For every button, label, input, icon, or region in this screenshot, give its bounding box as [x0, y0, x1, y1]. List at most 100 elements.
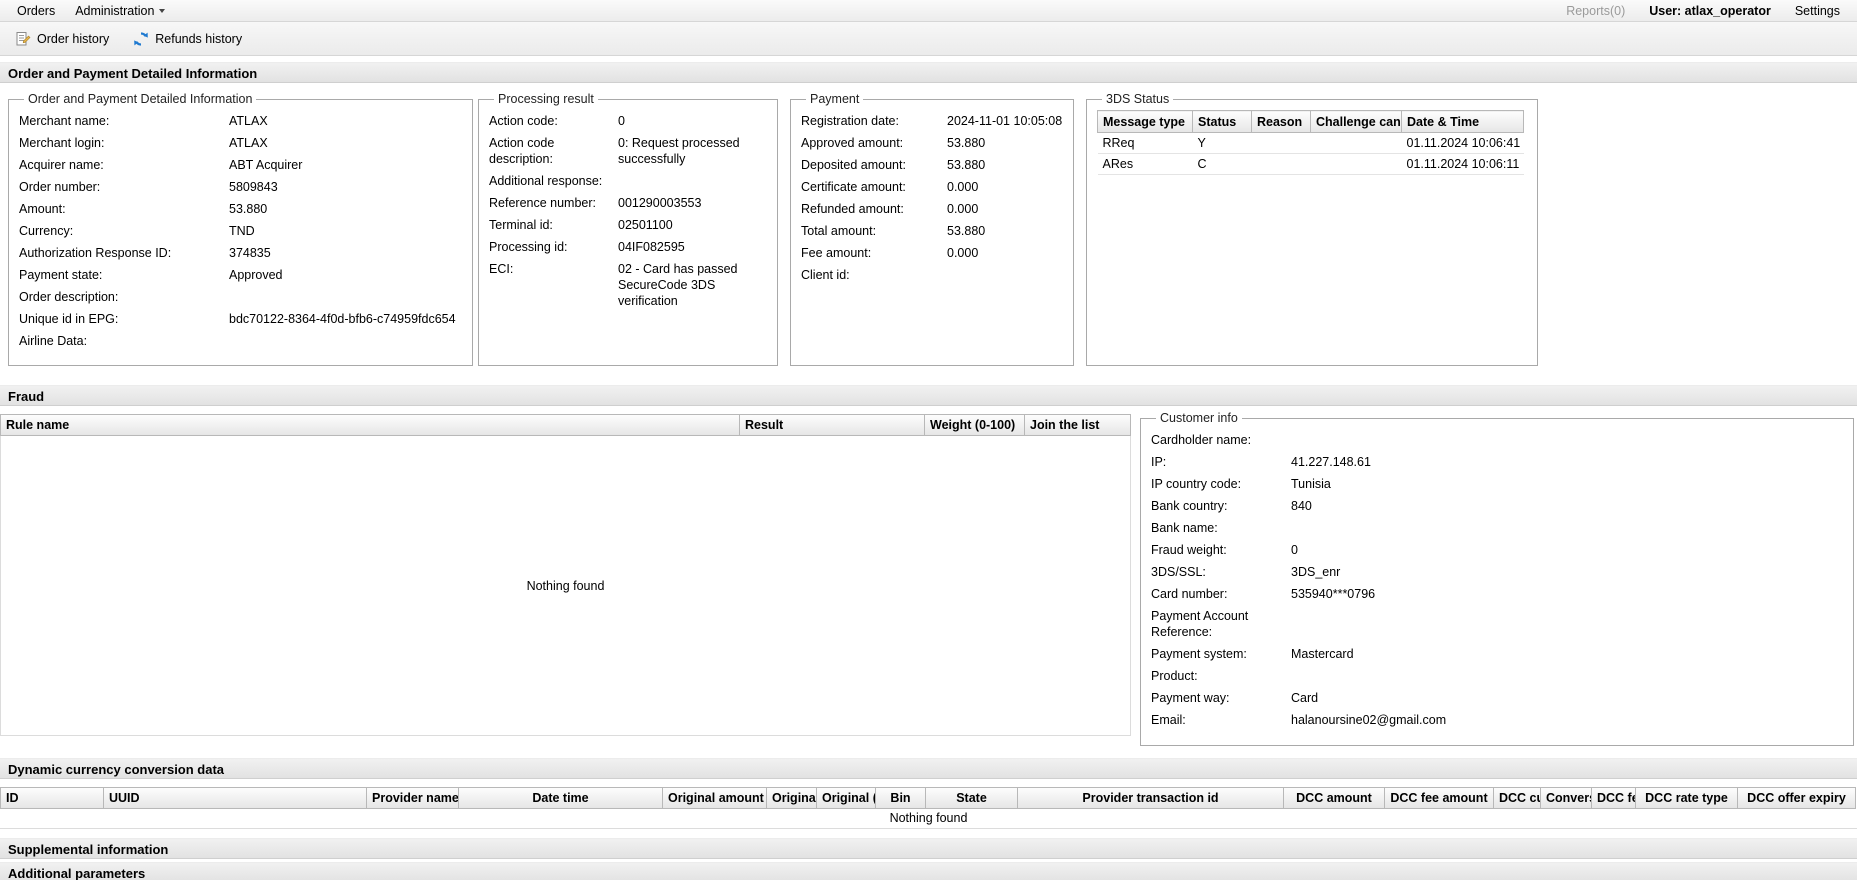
field-label: Airline Data: [19, 334, 88, 348]
field-row: IP country code: Tunisia [1151, 473, 1843, 495]
field-row: Terminal id: 02501100 [489, 214, 767, 236]
field-value: 0.000 [947, 202, 979, 216]
column-header-state: State [926, 787, 1018, 809]
field-row: Registration date: 2024-11-01 10:05:08 [801, 110, 1063, 132]
cell-status: C [1192, 153, 1252, 175]
table-row: ARes C 01.11.2024 10:06:11 [1097, 153, 1524, 175]
field-row: Additional response: [489, 170, 767, 192]
field-value: 02 - Card has passed SecureCode 3DS veri… [618, 262, 738, 308]
field-row: Bank country: 840 [1151, 495, 1843, 517]
field-label: Payment Account Reference: [1151, 609, 1249, 639]
field-label: Bank name: [1151, 521, 1218, 535]
field-row: IP: 41.227.148.61 [1151, 451, 1843, 473]
field-row: Action code description: 0: Request proce… [489, 132, 767, 170]
field-value: 535940***0796 [1291, 587, 1376, 601]
field-value: 0.000 [947, 180, 979, 194]
order-history-button[interactable]: Order history [8, 27, 116, 51]
field-row: Authorization Response ID: 374835 [19, 242, 462, 264]
column-header-status: Status [1192, 110, 1252, 133]
field-value: 41.227.148.61 [1291, 455, 1371, 469]
field-row: Processing id: 04IF082595 [489, 236, 767, 258]
section-header-dcc: Dynamic currency conversion data [0, 758, 1857, 779]
column-header-uuid: UUID [104, 787, 367, 809]
column-header-dcc-rate-type: DCC rate type [1636, 787, 1738, 809]
field-value: halanoursine02@gmail.com [1291, 713, 1447, 727]
fraud-table-header: Rule name Result Weight (0-100) Join the… [0, 414, 1131, 436]
menu-settings[interactable]: Settings [1786, 2, 1849, 20]
cell-challenge-cancel [1310, 153, 1402, 175]
field-label: 3DS/SSL: [1151, 565, 1206, 579]
field-label: Fraud weight: [1151, 543, 1227, 557]
order-history-document-icon [15, 31, 31, 47]
field-label: Acquirer name: [19, 158, 104, 172]
menu-administration-label: Administration [75, 3, 155, 18]
cell-message-type: ARes [1097, 153, 1193, 175]
field-value: 02501100 [618, 218, 673, 232]
field-row: Client id: [801, 264, 1063, 286]
field-value: 53.880 [229, 202, 268, 216]
field-row: Order number: 5809843 [19, 176, 462, 198]
field-label: Processing id: [489, 240, 568, 254]
field-value: Tunisia [1291, 477, 1331, 491]
field-label: Amount: [19, 202, 66, 216]
cell-status: Y [1192, 132, 1252, 154]
field-row: Order description: [19, 286, 462, 308]
column-header-conversion: Conversi [1541, 787, 1592, 809]
table-row: RReq Y 01.11.2024 10:06:41 [1097, 132, 1524, 154]
cell-date-time: 01.11.2024 10:06:41 [1401, 132, 1524, 154]
menu-administration[interactable]: Administration [66, 2, 174, 20]
empty-text: Nothing found [526, 578, 605, 593]
field-label: Approved amount: [801, 136, 904, 150]
field-label: Deposited amount: [801, 158, 906, 172]
order-details-page: { "colors": { "refunds_icon_blue": "#1f7… [0, 0, 1857, 880]
field-label: Action code description: [489, 136, 555, 166]
current-user-label: User: atlax_operator [1649, 3, 1771, 18]
order-history-label: Order history [37, 31, 110, 46]
field-row: Refunded amount: 0.000 [801, 198, 1063, 220]
field-value: Card [1291, 691, 1319, 705]
field-row: Bank name: [1151, 517, 1843, 539]
field-label: Registration date: [801, 114, 899, 128]
processing-result-legend: Processing result [498, 92, 594, 106]
field-row: Approved amount: 53.880 [801, 132, 1063, 154]
field-row: Merchant login: ATLAX [19, 132, 462, 154]
field-label: Email: [1151, 713, 1186, 727]
field-value: Approved [229, 268, 283, 282]
column-header-challenge-cancel: Challenge cancel [1310, 110, 1402, 133]
column-header-date-time: Date time [459, 787, 663, 809]
field-label: Total amount: [801, 224, 877, 238]
table-header-row: Message type Status Reason Challenge can… [1097, 110, 1524, 133]
section-header-supplemental: Supplemental information [0, 838, 1857, 859]
field-row: Amount: 53.880 [19, 198, 462, 220]
field-label: Payment way: [1151, 691, 1230, 705]
field-row: Deposited amount: 53.880 [801, 154, 1063, 176]
field-row: Payment Account Reference: [1151, 605, 1843, 643]
section-header-fraud: Fraud [0, 385, 1857, 406]
section-header-additional-parameters: Additional parameters [0, 862, 1857, 880]
menu-reports[interactable]: Reports(0) [1557, 2, 1634, 20]
column-header-original-currency: Original ( [767, 787, 817, 809]
refunds-history-button[interactable]: Refunds history [126, 27, 249, 51]
field-value: TND [229, 224, 255, 238]
refunds-history-label: Refunds history [155, 31, 243, 46]
field-row: Merchant name: ATLAX [19, 110, 462, 132]
field-label: Merchant login: [19, 136, 105, 150]
column-header-provider-name: Provider name [367, 787, 459, 809]
field-row: 3DS/SSL: 3DS_enr [1151, 561, 1843, 583]
column-header-bin: Bin [876, 787, 926, 809]
field-row: Payment way: Card [1151, 687, 1843, 709]
field-value: 3DS_enr [1291, 565, 1341, 579]
field-value: 840 [1291, 499, 1312, 513]
field-label: Authorization Response ID: [19, 246, 172, 260]
field-label: Client id: [801, 268, 850, 282]
customer-info-panel: Customer info Cardholder name: IP: 41.227… [1140, 411, 1854, 746]
field-value: 0: Request processed successfully [618, 136, 740, 166]
field-label: Fee amount: [801, 246, 872, 260]
field-row: Card number: 535940***0796 [1151, 583, 1843, 605]
field-value: ATLAX [229, 136, 268, 150]
menu-orders[interactable]: Orders [8, 2, 64, 20]
field-value: 53.880 [947, 158, 986, 172]
field-value: 374835 [229, 246, 271, 260]
payment-panel: Payment Registration date: 2024-11-01 10:… [790, 92, 1074, 366]
field-label: Additional response: [489, 174, 603, 188]
